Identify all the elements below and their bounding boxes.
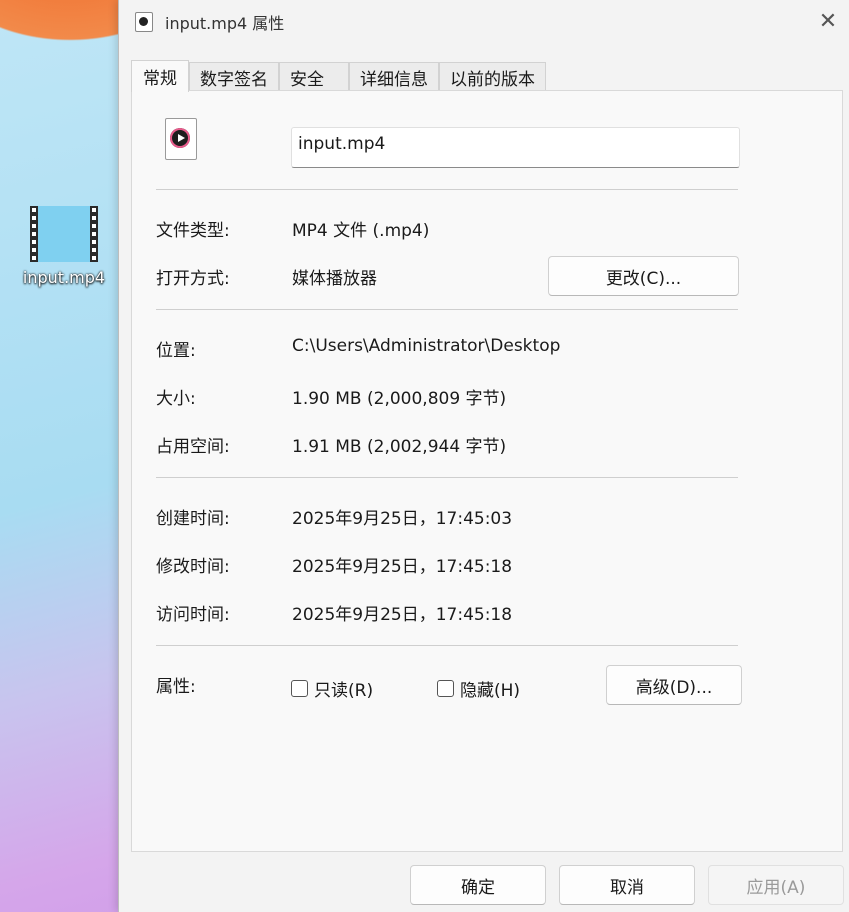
divider	[156, 477, 738, 478]
size-value: 1.90 MB (2,000,809 字节)	[292, 389, 507, 409]
window-title: input.mp4 属性	[165, 14, 285, 33]
checkbox-box[interactable]	[437, 680, 454, 697]
open-with-label: 打开方式:	[156, 269, 230, 289]
tab-digital-signatures[interactable]: 数字签名	[189, 62, 279, 92]
close-button[interactable]: ✕	[816, 10, 840, 34]
video-thumbnail-icon	[30, 206, 98, 262]
desktop-icon-label: input.mp4	[22, 268, 106, 287]
file-name-input[interactable]	[291, 127, 740, 168]
title-bar[interactable]: input.mp4 属性 ✕	[119, 0, 849, 44]
divider	[156, 309, 738, 310]
properties-dialog: input.mp4 属性 ✕ 常规 数字签名 安全 详细信息 以前的版本 文件类…	[118, 0, 849, 912]
modified-value: 2025年9月25日，17:45:18	[292, 557, 513, 577]
apply-button[interactable]: 应用(A)	[708, 865, 844, 905]
location-value: C:\Users\Administrator\Desktop	[292, 336, 561, 356]
tab-previous-versions[interactable]: 以前的版本	[439, 62, 546, 92]
created-value: 2025年9月25日，17:45:03	[292, 509, 513, 529]
divider	[156, 189, 738, 190]
size-on-disk-label: 占用空间:	[156, 437, 230, 457]
tab-details[interactable]: 详细信息	[349, 62, 439, 92]
open-with-value: 媒体播放器	[292, 269, 377, 289]
tab-bar: 常规 数字签名 安全 详细信息 以前的版本	[131, 60, 546, 92]
video-file-icon	[135, 12, 153, 32]
location-label: 位置:	[156, 341, 196, 361]
cancel-button[interactable]: 取消	[559, 865, 695, 905]
created-label: 创建时间:	[156, 509, 230, 529]
readonly-label: 只读(R)	[314, 681, 374, 701]
attributes-label: 属性:	[156, 677, 196, 697]
file-type-label: 文件类型:	[156, 221, 230, 241]
accessed-label: 访问时间:	[156, 605, 230, 625]
desktop-file-icon[interactable]: input.mp4	[14, 206, 114, 287]
tab-general[interactable]: 常规	[131, 60, 189, 92]
general-panel: 文件类型: MP4 文件 (.mp4) 打开方式: 媒体播放器 更改(C)...…	[131, 90, 843, 852]
hidden-label: 隐藏(H)	[460, 681, 521, 701]
advanced-button[interactable]: 高级(D)...	[606, 665, 742, 705]
divider	[156, 645, 738, 646]
modified-label: 修改时间:	[156, 557, 230, 577]
media-file-icon	[165, 118, 197, 160]
size-label: 大小:	[156, 389, 196, 409]
hidden-checkbox[interactable]: 隐藏(H)	[437, 676, 520, 701]
checkbox-box[interactable]	[291, 680, 308, 697]
change-button[interactable]: 更改(C)...	[548, 256, 739, 296]
ok-button[interactable]: 确定	[410, 865, 546, 905]
tab-security[interactable]: 安全	[279, 62, 349, 92]
file-type-value: MP4 文件 (.mp4)	[292, 221, 430, 241]
accessed-value: 2025年9月25日，17:45:18	[292, 605, 513, 625]
size-on-disk-value: 1.91 MB (2,002,944 字节)	[292, 437, 507, 457]
readonly-checkbox[interactable]: 只读(R)	[291, 676, 373, 701]
